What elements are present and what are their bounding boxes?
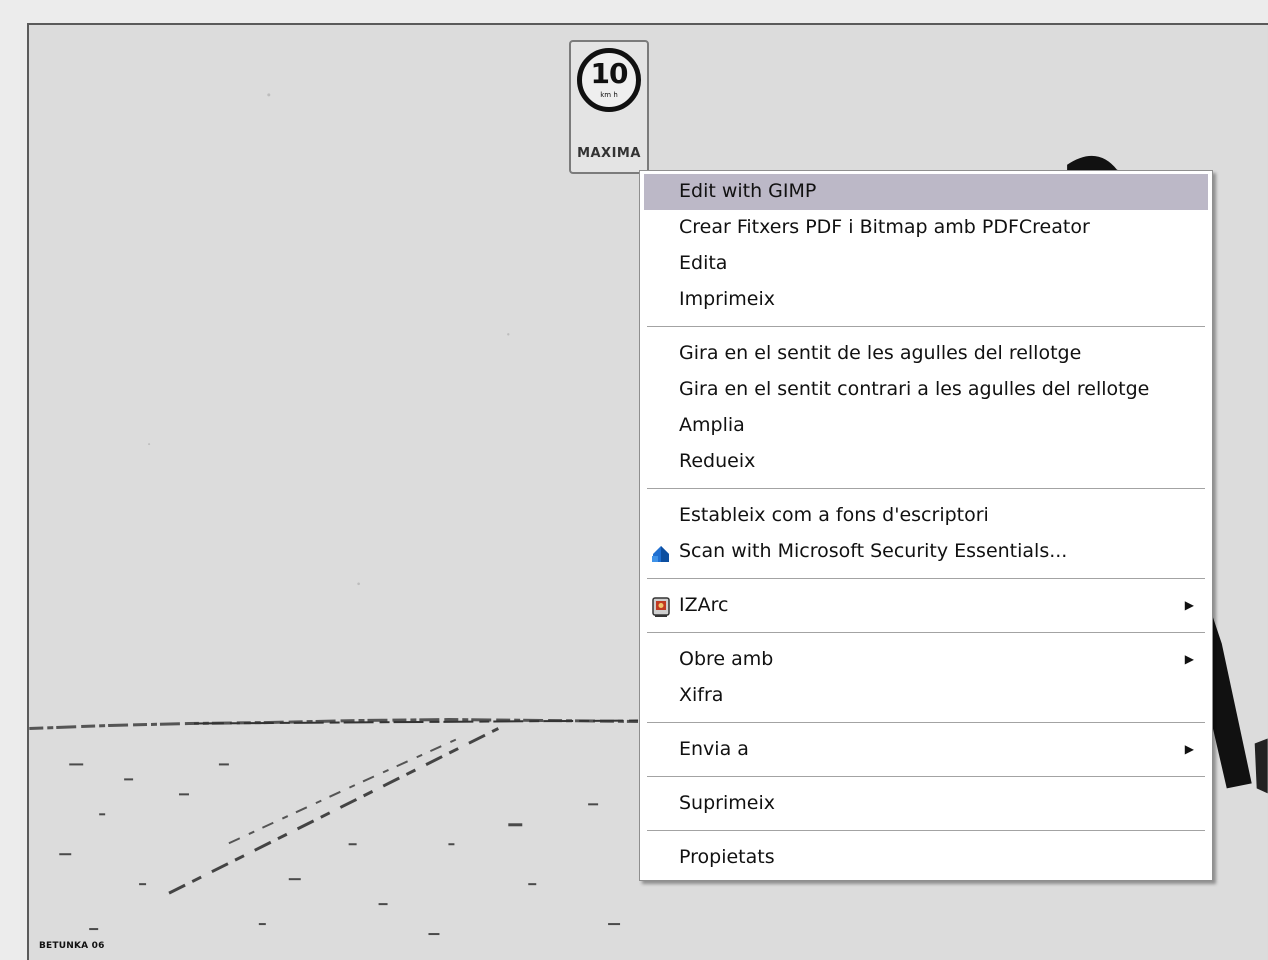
menu-item-label: Edit with GIMP <box>679 180 817 202</box>
context-menu: Edit with GIMP Crear Fitxers PDF i Bitmap… <box>639 170 1213 881</box>
menu-item-scan-with-microsoft-security-essentials[interactable]: Scan with Microsoft Security Essentials.… <box>644 534 1208 570</box>
menu-separator <box>647 722 1205 723</box>
menu-item-label: Suprimeix <box>679 792 775 814</box>
menu-separator <box>647 830 1205 831</box>
menu-separator <box>647 578 1205 579</box>
menu-item-xifra[interactable]: Xifra <box>644 678 1208 714</box>
menu-item-label: Envia a <box>679 738 749 760</box>
speed-limit-circle: 10 km h <box>577 48 641 112</box>
menu-item-label: Edita <box>679 252 728 274</box>
menu-item-izarc[interactable]: IZArc ▶ <box>644 588 1208 624</box>
submenu-arrow-icon: ▶ <box>1184 652 1194 666</box>
menu-item-estableix-com-a-fons-d-escriptori[interactable]: Estableix com a fons d'escriptori <box>644 498 1208 534</box>
menu-item-label: Scan with Microsoft Security Essentials.… <box>679 540 1068 562</box>
speed-limit-label: MAXIMA <box>577 146 641 161</box>
menu-item-crear-fitxers-pdf-i-bitmap-amb-pdfcreator[interactable]: Crear Fitxers PDF i Bitmap amb PDFCreato… <box>644 210 1208 246</box>
menu-item-label: Amplia <box>679 414 745 436</box>
security-essentials-icon <box>650 541 672 563</box>
menu-item-label: IZArc <box>679 594 729 616</box>
menu-item-label: Propietats <box>679 846 775 868</box>
submenu-arrow-icon: ▶ <box>1184 742 1194 756</box>
speed-limit-unit: km h <box>600 91 618 99</box>
menu-item-edit-with-gimp[interactable]: Edit with GIMP <box>644 174 1208 210</box>
menu-item-propietats[interactable]: Propietats <box>644 840 1208 876</box>
speed-limit-number: 10 <box>590 57 629 90</box>
menu-item-envia-a[interactable]: Envia a ▶ <box>644 732 1208 768</box>
menu-item-edita[interactable]: Edita <box>644 246 1208 282</box>
menu-item-label: Redueix <box>679 450 756 472</box>
menu-item-label: Crear Fitxers PDF i Bitmap amb PDFCreato… <box>679 216 1090 238</box>
menu-item-label: Estableix com a fons d'escriptori <box>679 504 989 526</box>
menu-item-amplia[interactable]: Amplia <box>644 408 1208 444</box>
menu-item-redueix[interactable]: Redueix <box>644 444 1208 480</box>
menu-item-imprimeix[interactable]: Imprimeix <box>644 282 1208 318</box>
menu-item-suprimeix[interactable]: Suprimeix <box>644 786 1208 822</box>
submenu-arrow-icon: ▶ <box>1184 598 1194 612</box>
menu-item-label: Gira en el sentit de les agulles del rel… <box>679 342 1082 364</box>
menu-separator <box>647 632 1205 633</box>
menu-item-label: Imprimeix <box>679 288 775 310</box>
menu-item-gira-en-el-sentit-contrari-a-les-agulles-del-rellotge[interactable]: Gira en el sentit contrari a les agulles… <box>644 372 1208 408</box>
izarc-icon <box>650 595 672 617</box>
speed-limit-sign: 10 km h MAXIMA <box>569 40 649 174</box>
menu-separator <box>647 776 1205 777</box>
menu-item-label: Obre amb <box>679 648 774 670</box>
menu-item-gira-en-el-sentit-de-les-agulles-del-rellotge[interactable]: Gira en el sentit de les agulles del rel… <box>644 336 1208 372</box>
menu-item-label: Xifra <box>679 684 724 706</box>
menu-separator <box>647 488 1205 489</box>
menu-separator <box>647 326 1205 327</box>
photo-credit: BETUNKA 06 <box>39 941 105 951</box>
menu-item-obre-amb[interactable]: Obre amb ▶ <box>644 642 1208 678</box>
menu-item-label: Gira en el sentit contrari a les agulles… <box>679 378 1150 400</box>
